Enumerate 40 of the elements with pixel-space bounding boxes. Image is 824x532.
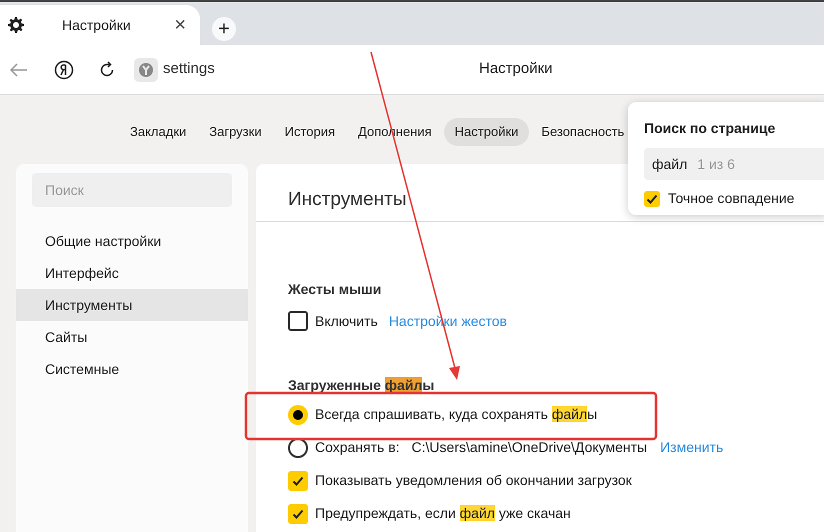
nav-tab[interactable]: Настройки [444,118,530,146]
folder-path: C:\Users\amine\OneDrive\Документы [412,438,648,457]
checkbox-label: Включить [315,312,378,330]
section-heading: Загруженные файлы [288,376,434,394]
sidebar-item[interactable]: Инструменты [16,289,248,321]
find-field[interactable]: файл 1 из 6 [644,148,824,180]
checkbox[interactable] [288,504,308,524]
new-tab-button[interactable]: + [212,17,236,41]
find-query: файл [652,154,688,174]
browser-tab[interactable]: Настройки × [0,5,200,45]
search-field[interactable]: Поиск [32,173,232,207]
match-count: 1 из 6 [697,154,735,174]
gear-icon [8,17,24,33]
sidebar-item[interactable]: Общие настройки [16,225,248,257]
checkbox-label: Точное совпадение [668,189,794,208]
close-button[interactable]: × [174,10,186,40]
radio-label: Сохранять в: [315,438,400,457]
tab-title: Настройки [62,16,132,35]
radio-button[interactable] [288,438,308,458]
nav-tab[interactable]: История [274,118,346,146]
checkbox-label: Предупреждать, если файл уже скачан [315,504,571,523]
sidebar-item[interactable]: Системные [16,353,248,385]
nav-tab[interactable]: Закладки [119,118,198,146]
ya-logo-icon[interactable] [54,60,74,80]
radio-label: Всегда спрашивать, куда сохранять файлы [315,405,598,424]
page-title: Настройки [479,59,553,80]
sidebar-item[interactable]: Интерфейс [16,257,248,289]
radio-button[interactable] [288,404,308,424]
nav-tab[interactable]: Загрузки [198,118,273,146]
checkbox[interactable] [288,470,308,490]
back-arrow-icon[interactable] [10,62,28,76]
checkbox[interactable] [288,311,308,331]
sidebar-item[interactable]: Сайты [16,321,248,353]
section-heading: Жесты мыши [288,280,382,298]
checkbox[interactable] [644,190,660,206]
reload-icon[interactable] [98,60,116,78]
address-text[interactable]: settings [163,58,215,81]
checkbox-label: Показывать уведомления об окончании загрузок [315,471,632,490]
section-title: Инструменты [288,188,406,212]
popup-title: Поиск по странице [644,119,776,138]
